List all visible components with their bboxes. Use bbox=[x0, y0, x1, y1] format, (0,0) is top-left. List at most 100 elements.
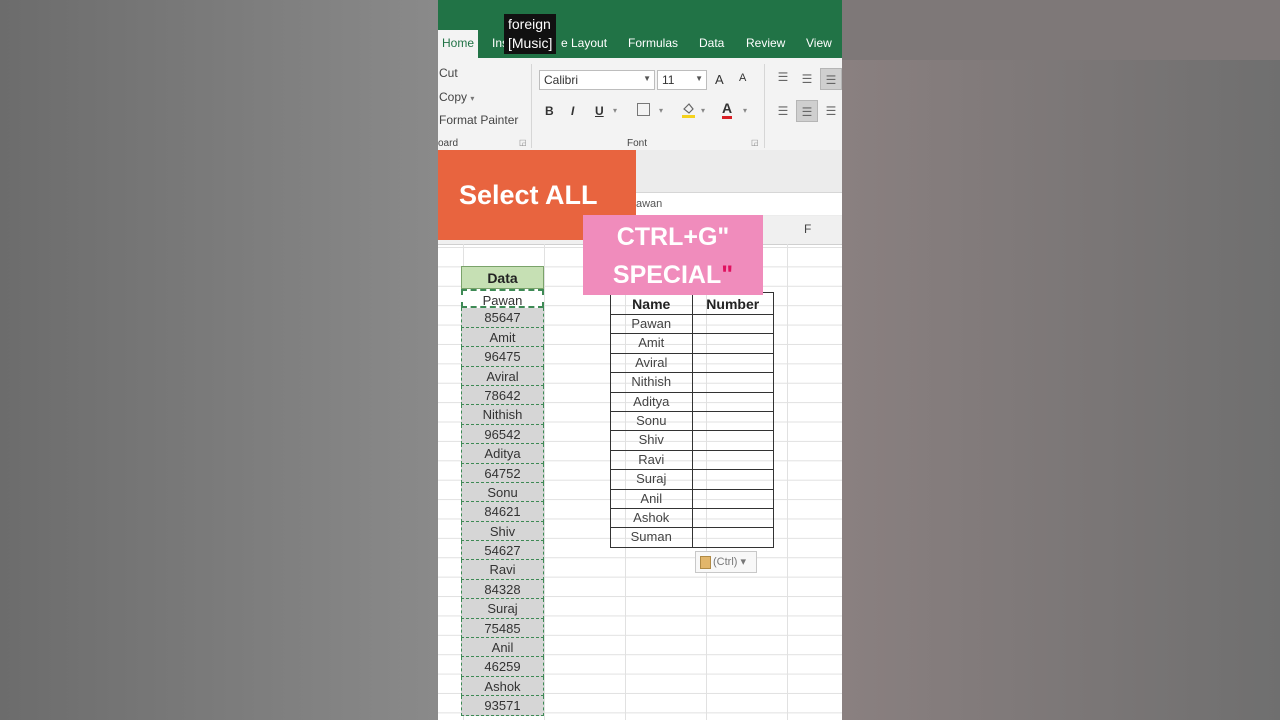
number-cell[interactable] bbox=[693, 393, 774, 411]
align-right-icon[interactable]: ☰ bbox=[820, 100, 842, 122]
number-cell[interactable] bbox=[693, 509, 774, 527]
chevron-down-icon[interactable]: ▾ bbox=[743, 106, 747, 115]
data-cell[interactable]: 75485 bbox=[461, 618, 544, 639]
table-header-row: Name Number bbox=[610, 292, 774, 315]
data-cell[interactable]: Ravi bbox=[461, 560, 544, 580]
table-row: Aviral bbox=[610, 353, 774, 374]
name-cell[interactable]: Sonu bbox=[611, 411, 693, 431]
data-cell[interactable]: 96475 bbox=[461, 347, 544, 367]
font-name-select[interactable]: Calibri ▼ bbox=[539, 70, 655, 90]
data-cell[interactable]: 64752 bbox=[461, 463, 544, 483]
data-cell[interactable]: Shiv bbox=[461, 521, 544, 542]
cut-button[interactable]: Cut bbox=[439, 66, 458, 80]
number-cell[interactable] bbox=[693, 373, 774, 391]
data-cell[interactable]: Aviral bbox=[461, 366, 544, 386]
font-size-select[interactable]: 11 ▼ bbox=[657, 70, 707, 90]
number-cell[interactable] bbox=[693, 431, 774, 449]
name-column-header[interactable]: Name bbox=[611, 293, 693, 314]
data-cell[interactable]: 84328 bbox=[461, 579, 544, 600]
table-row: Pawan bbox=[610, 315, 774, 335]
number-cell[interactable] bbox=[693, 490, 774, 508]
dialog-launcher-icon[interactable]: ◲ bbox=[751, 138, 759, 147]
table-row: Ravi bbox=[610, 450, 774, 471]
table-row: Suman bbox=[610, 528, 774, 548]
tab-review[interactable]: Review bbox=[746, 36, 785, 50]
blur-stripe bbox=[842, 0, 1280, 60]
name-cell[interactable]: Pawan bbox=[611, 315, 693, 334]
tab-home[interactable]: Home bbox=[438, 30, 478, 58]
name-cell[interactable]: Ravi bbox=[611, 450, 693, 470]
data-cell[interactable]: 84621 bbox=[461, 502, 544, 522]
underline-button[interactable]: U bbox=[595, 104, 604, 118]
special-line: SPECIAL" bbox=[583, 256, 763, 294]
bold-button[interactable]: B bbox=[545, 104, 554, 118]
align-left-icon[interactable]: ☰ bbox=[772, 100, 794, 122]
column-header-f[interactable]: F bbox=[804, 222, 811, 236]
name-cell[interactable]: Suman bbox=[611, 528, 693, 547]
table-row: Aditya bbox=[610, 392, 774, 412]
align-top-icon[interactable]: ☰ bbox=[772, 66, 794, 88]
align-middle-icon[interactable]: ☰ bbox=[796, 68, 818, 90]
data-cell[interactable]: Ashok bbox=[461, 676, 544, 697]
table-row: Ashok bbox=[610, 508, 774, 529]
name-cell[interactable]: Amit bbox=[611, 334, 693, 353]
data-cell[interactable]: 85647 bbox=[461, 308, 544, 328]
paste-options-button[interactable]: (Ctrl) ▾ bbox=[695, 551, 757, 573]
tab-view[interactable]: View bbox=[806, 36, 832, 50]
align-bottom-icon[interactable]: ☰ bbox=[820, 68, 842, 90]
number-column-header[interactable]: Number bbox=[693, 293, 774, 314]
name-cell[interactable]: Shiv bbox=[611, 431, 693, 450]
clipboard-icon bbox=[700, 555, 711, 569]
table-row: Suraj bbox=[610, 470, 774, 490]
table-row: Anil bbox=[610, 489, 774, 509]
format-painter-button[interactable]: Format Painter bbox=[439, 113, 518, 127]
blurred-background-right bbox=[842, 0, 1280, 720]
italic-button[interactable]: I bbox=[571, 104, 574, 118]
data-cell[interactable]: Aditya bbox=[461, 444, 544, 464]
data-cell[interactable]: Suraj bbox=[461, 599, 544, 619]
number-cell[interactable] bbox=[693, 315, 774, 333]
number-cell[interactable] bbox=[693, 528, 774, 546]
chevron-down-icon[interactable]: ▾ bbox=[701, 106, 705, 115]
number-cell[interactable] bbox=[693, 451, 774, 469]
data-cell[interactable]: 78642 bbox=[461, 385, 544, 406]
chevron-down-icon[interactable]: ▾ bbox=[613, 106, 617, 115]
data-cell[interactable]: Nithish bbox=[461, 405, 544, 425]
name-cell[interactable]: Nithish bbox=[611, 373, 693, 392]
caption-line-2: [Music] bbox=[508, 35, 553, 51]
name-cell[interactable]: Aviral bbox=[611, 353, 693, 373]
name-cell[interactable]: Suraj bbox=[611, 470, 693, 489]
increase-font-size-button[interactable]: A bbox=[715, 72, 724, 87]
formula-input[interactable] bbox=[634, 192, 842, 215]
number-cell[interactable] bbox=[693, 412, 774, 430]
table-row: Shiv bbox=[610, 431, 774, 451]
name-cell[interactable]: Anil bbox=[611, 489, 693, 508]
chevron-down-icon[interactable]: ▾ bbox=[659, 106, 663, 115]
data-cell[interactable]: 96542 bbox=[461, 424, 544, 445]
copy-label: Copy bbox=[439, 90, 468, 104]
clipboard-group-label: oard bbox=[438, 138, 459, 149]
dialog-launcher-icon[interactable]: ◲ bbox=[519, 138, 527, 147]
tab-page-layout[interactable]: e Layout bbox=[561, 36, 607, 50]
name-cell[interactable]: Aditya bbox=[611, 392, 693, 411]
align-center-icon[interactable]: ☰ bbox=[796, 100, 818, 122]
fill-color-icon[interactable] bbox=[681, 102, 696, 118]
data-column-header[interactable]: Data bbox=[461, 266, 544, 289]
number-cell[interactable] bbox=[693, 354, 774, 372]
font-color-button[interactable]: A bbox=[722, 101, 733, 119]
data-cell[interactable]: Sonu bbox=[461, 482, 544, 503]
borders-icon[interactable] bbox=[637, 103, 650, 116]
data-cell[interactable]: 93571 bbox=[461, 696, 544, 716]
number-cell[interactable] bbox=[693, 470, 774, 488]
data-cell[interactable]: Anil bbox=[461, 638, 544, 658]
tab-formulas[interactable]: Formulas bbox=[628, 36, 678, 50]
name-cell[interactable]: Ashok bbox=[611, 508, 693, 528]
data-cell[interactable]: Pawan bbox=[461, 289, 544, 309]
data-cell[interactable]: 46259 bbox=[461, 657, 544, 677]
number-cell[interactable] bbox=[693, 334, 774, 352]
tab-data[interactable]: Data bbox=[699, 36, 724, 50]
data-cell[interactable]: Amit bbox=[461, 327, 544, 348]
decrease-font-size-button[interactable]: A bbox=[739, 72, 746, 84]
data-cell[interactable]: 54627 bbox=[461, 541, 544, 561]
copy-button[interactable]: Copy ▾ bbox=[439, 90, 474, 104]
